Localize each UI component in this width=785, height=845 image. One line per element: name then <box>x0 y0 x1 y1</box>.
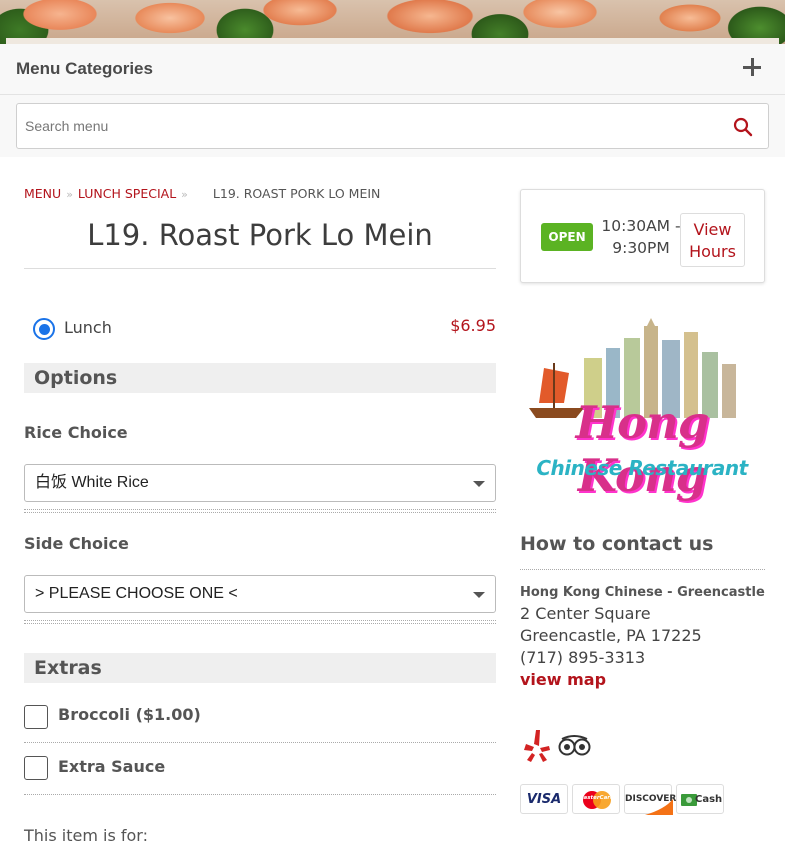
logo-text-chinese-restaurant: Chinese Restaurant <box>536 456 748 480</box>
search-bar <box>0 95 785 157</box>
side-choice-value: > PLEASE CHOOSE ONE < <box>35 585 238 602</box>
extra-checkbox-extra-sauce[interactable] <box>24 756 48 780</box>
restaurant-name: Hong Kong Chinese - Greencastle <box>520 585 765 600</box>
breadcrumb-menu-link[interactable]: MENU <box>24 186 61 201</box>
view-hours-label: Hours <box>689 242 736 261</box>
size-radio-lunch[interactable] <box>33 318 55 340</box>
size-label: Lunch <box>64 318 112 337</box>
divider <box>24 620 496 621</box>
extra-label-extra-sauce: Extra Sauce <box>58 757 166 776</box>
visa-label: VISA <box>526 792 562 807</box>
divider <box>24 509 496 510</box>
item-title: L19. Roast Pork Lo Mein <box>87 218 433 252</box>
hours-card: OPEN 10:30AM - 9:30PM View Hours <box>520 189 765 283</box>
address-line2: Greencastle, PA 17225 <box>520 626 702 645</box>
menu-categories-bar[interactable]: Menu Categories <box>0 44 785 95</box>
breadcrumb: MENU » LUNCH SPECIAL » L19. ROAST PORK LO ME… <box>24 186 380 201</box>
divider <box>24 742 496 743</box>
side-choice-select[interactable]: > PLEASE CHOOSE ONE < <box>24 575 496 613</box>
search-input[interactable] <box>16 103 769 149</box>
rice-choice-value: 白饭 White Rice <box>35 474 149 491</box>
address-line1: 2 Center Square <box>520 604 651 623</box>
breadcrumb-separator-icon: » <box>66 188 73 201</box>
discover-stripe <box>645 799 673 815</box>
hours-line: 10:30AM - <box>601 217 681 235</box>
restaurant-logo: Hong Kong Chinese Restaurant <box>524 318 760 502</box>
rice-choice-select[interactable]: 白饭 White Rice <box>24 464 496 502</box>
extra-label-broccoli: Broccoli ($1.00) <box>58 705 201 724</box>
visa-icon: VISA <box>520 784 568 814</box>
discover-icon: DISCOVER <box>624 784 676 815</box>
contact-heading: How to contact us <box>520 533 714 555</box>
size-price: $6.95 <box>450 316 496 335</box>
mastercard-label: MasterCard <box>578 795 614 801</box>
breadcrumb-separator-icon: » <box>181 188 188 201</box>
menu-categories-title: Menu Categories <box>16 59 153 78</box>
tripadvisor-icon[interactable] <box>557 734 592 758</box>
yelp-icon[interactable] <box>522 728 552 764</box>
breadcrumb-lunch-link[interactable]: LUNCH SPECIAL <box>78 186 176 201</box>
chevron-down-icon <box>473 592 485 598</box>
logo-text-hong-kong: Hong Kong <box>575 396 710 502</box>
extra-checkbox-broccoli[interactable] <box>24 705 48 729</box>
item-for-label: This item is for: <box>24 826 148 845</box>
breadcrumb-current: L19. ROAST PORK LO MEIN <box>212 186 381 201</box>
search-icon[interactable] <box>733 117 753 137</box>
divider <box>24 794 496 795</box>
divider <box>520 569 765 570</box>
side-choice-label: Side Choice <box>24 534 129 553</box>
phone-number[interactable]: (717) 895-3313 <box>520 648 645 667</box>
divider <box>24 512 496 513</box>
view-hours-label: View <box>693 220 732 239</box>
extras-heading: Extras <box>24 653 496 683</box>
plus-icon[interactable] <box>743 58 763 78</box>
hours-text: 10:30AM - 9:30PM <box>601 215 681 259</box>
title-divider <box>24 268 496 269</box>
cash-label: Cash <box>695 794 723 805</box>
options-heading: Options <box>24 363 496 393</box>
rice-choice-label: Rice Choice <box>24 423 128 442</box>
divider <box>24 623 496 624</box>
mastercard-icon: MasterCard <box>572 784 620 814</box>
open-status-badge: OPEN <box>541 223 593 251</box>
chevron-down-icon <box>473 481 485 487</box>
cash-icon: Cash <box>676 784 724 814</box>
view-map-link[interactable]: view map <box>520 670 606 689</box>
view-hours-button[interactable]: View Hours <box>680 213 745 267</box>
hours-line: 9:30PM <box>612 239 670 257</box>
